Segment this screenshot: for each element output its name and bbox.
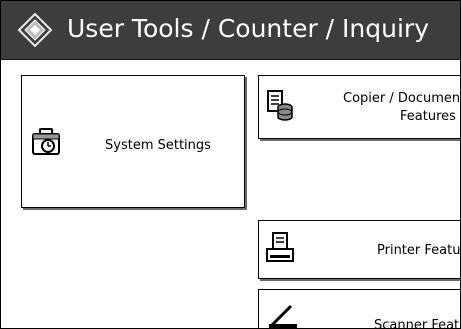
document-stack-icon [267, 90, 293, 121]
copier-document-features-button[interactable]: Copier / Document Features [258, 75, 461, 139]
printer-label: Printer Features [377, 243, 461, 258]
copier-label-line1: Copier / Document [343, 91, 461, 106]
diamond-menu-icon [17, 12, 53, 48]
printer-features-button[interactable]: Printer Features [258, 220, 461, 279]
main-panel: User Tools / Counter / Inquiry System Se… [0, 0, 461, 329]
page-title: User Tools / Counter / Inquiry [67, 14, 429, 43]
scanner-features-button[interactable]: Scanner Features [258, 289, 460, 329]
system-settings-label: System Settings [105, 138, 211, 153]
scanner-label: Scanner Features [374, 318, 460, 329]
scanner-icon [269, 304, 297, 328]
system-settings-button[interactable]: System Settings [21, 75, 245, 208]
title-bar: User Tools / Counter / Inquiry [1, 1, 460, 60]
printer-icon [266, 232, 294, 262]
toolbox-clock-icon [32, 128, 60, 155]
copier-label-line2: Features [400, 109, 456, 124]
